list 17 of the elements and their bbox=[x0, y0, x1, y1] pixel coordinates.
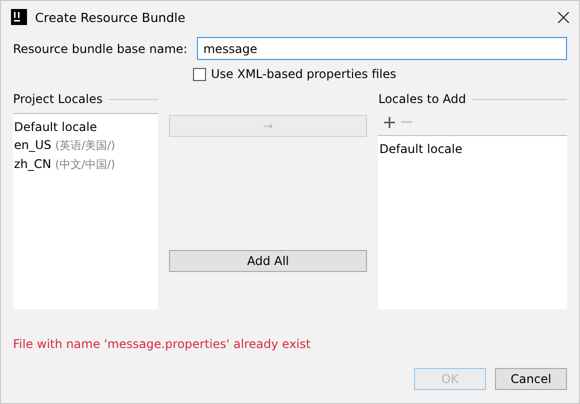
window-title: Create Resource Bundle bbox=[35, 10, 186, 24]
locale-item[interactable]: Default locale bbox=[378, 140, 567, 158]
locale-item[interactable]: en_US (英语/美国/) bbox=[13, 136, 158, 155]
dialog-button[interactable]: Cancel bbox=[495, 368, 567, 390]
error-message: File with name 'message.properties' already exist bbox=[13, 337, 312, 351]
section-title: Project Locales bbox=[13, 92, 103, 106]
field-label: Resource bundle base name: bbox=[13, 42, 188, 56]
section-title: Locales to Add bbox=[378, 92, 466, 106]
checkbox-label: Use XML-based properties files bbox=[211, 67, 396, 81]
base-name-field[interactable]: message bbox=[197, 37, 567, 60]
add-all-button[interactable]: Add All bbox=[168, 250, 368, 272]
plus-icon[interactable] bbox=[384, 116, 396, 128]
close-icon[interactable] bbox=[558, 12, 569, 22]
locale-item[interactable]: Default locale bbox=[13, 118, 158, 136]
app-logo-icon bbox=[11, 9, 27, 25]
locale-item[interactable]: zh_CN (中文/中国/) bbox=[13, 155, 158, 174]
checkbox[interactable] bbox=[193, 68, 206, 80]
